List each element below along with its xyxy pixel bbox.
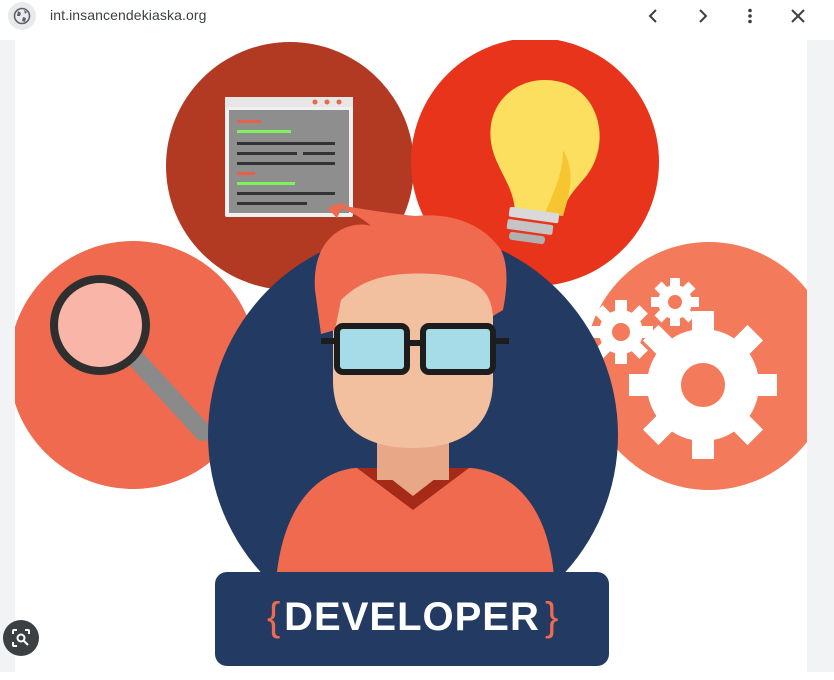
lens-search-icon: [12, 629, 30, 647]
source-url[interactable]: int.insancendekiaska.org: [50, 7, 207, 23]
gears-circle: [585, 242, 807, 490]
chevron-left-icon: [648, 9, 657, 23]
previous-button[interactable]: [640, 2, 668, 30]
badge-title: DEVELOPER: [284, 595, 540, 639]
image-viewer-toolbar: int.insancendekiaska.org: [0, 0, 834, 32]
developer-badge: { DEVELOPER }: [215, 572, 609, 666]
chevron-right-icon: [699, 9, 708, 23]
code-window-icon: [225, 97, 353, 217]
more-options-button[interactable]: [736, 2, 764, 30]
next-button[interactable]: [688, 2, 716, 30]
badge-close-brace: }: [545, 595, 558, 639]
badge-open-brace: {: [267, 595, 280, 639]
close-button[interactable]: [784, 2, 812, 30]
globe-icon: [8, 2, 36, 30]
close-icon: [791, 9, 805, 23]
more-vertical-icon: [748, 8, 752, 24]
lens-search-button[interactable]: [3, 620, 39, 656]
developer-illustration[interactable]: { DEVELOPER }: [15, 40, 807, 672]
